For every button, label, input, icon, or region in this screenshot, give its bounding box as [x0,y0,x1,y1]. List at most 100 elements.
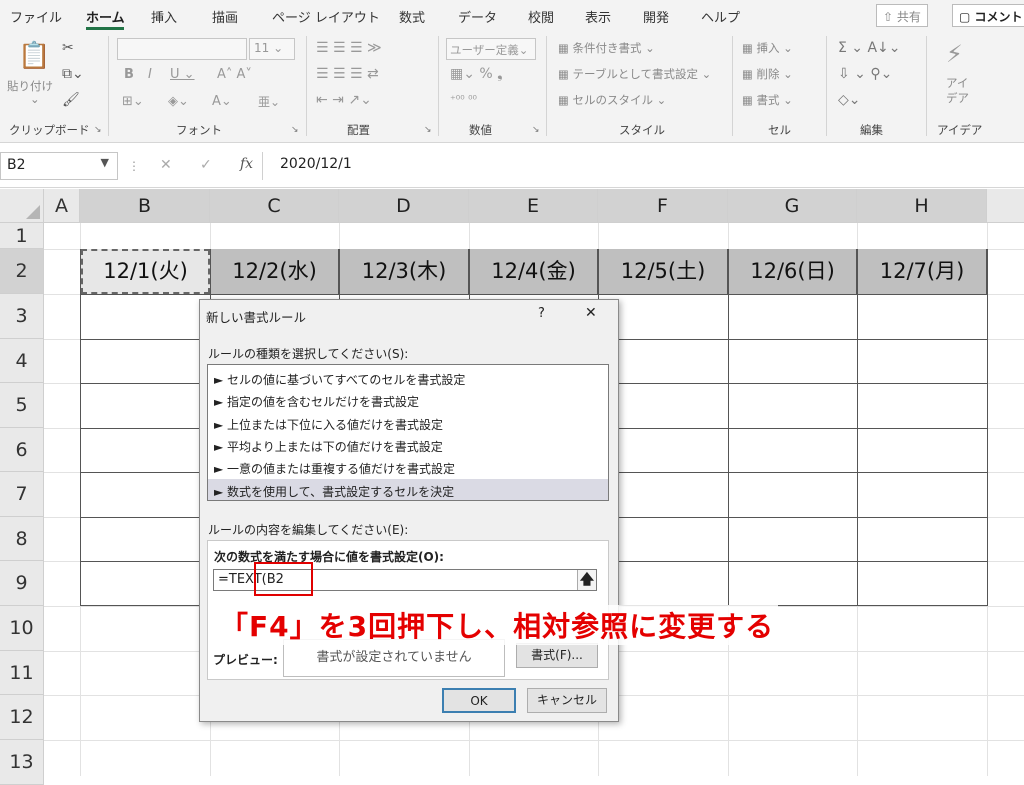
ok-button[interactable]: OK [442,688,516,713]
formula-condition-label: 次の数式を満たす場合に値を書式設定(O): [214,550,444,564]
row-header-10[interactable]: 10 [0,606,44,651]
rule-item[interactable]: ► 指定の値を含むセルだけを書式設定 [214,393,419,410]
tab-formulas[interactable]: 数式 [399,7,425,26]
cancel-button[interactable]: キャンセル [527,688,607,713]
conditional-format-button[interactable]: ▦ 条件付き書式 ⌄ [558,40,655,56]
grow-font-icon[interactable]: A˄ A˅ [217,67,252,83]
row-header-12[interactable]: 12 [0,695,44,740]
tab-insert[interactable]: 挿入 [151,7,177,26]
fill-color-icon[interactable]: ◈⌄ [168,94,189,110]
format-painter-icon[interactable]: 🖌 [62,92,80,108]
cell-b2[interactable]: 12/1(火) [81,249,210,294]
rule-item-selected[interactable]: ► 数式を使用して、書式設定するセルを決定 [214,483,454,500]
bold-icon[interactable]: B [124,67,134,83]
tab-help[interactable]: ヘルプ [701,7,740,26]
alignment-launcher-icon[interactable]: ↘ [424,125,432,135]
cell-f2[interactable]: 12/5(土) [599,249,728,294]
font-name-combo[interactable] [117,38,247,60]
group-font-label: フォント [176,123,222,137]
tab-page-layout[interactable]: ページ レイアウト [272,7,380,26]
number-launcher-icon[interactable]: ↘ [532,125,540,135]
cell-g2[interactable]: 12/6(日) [729,249,857,294]
row-header-7[interactable]: 7 [0,472,44,517]
insert-cells-button[interactable]: ▦ 挿入 ⌄ [742,40,793,56]
paste-dropdown-icon[interactable]: ⌄ [30,92,40,106]
row-header-11[interactable]: 11 [0,651,44,695]
tab-view[interactable]: 表示 [585,7,611,26]
column-header-h[interactable]: H [857,189,987,223]
phonetic-icon[interactable]: 亜⌄ [258,94,280,110]
align-top-icon[interactable]: ☰ ☰ ☰ ≫ [316,40,382,56]
name-box-dropdown-icon[interactable]: ▼ [101,156,109,169]
column-header-d[interactable]: D [339,189,469,223]
tab-file[interactable]: ファイル [10,7,62,26]
rule-item[interactable]: ► セルの値に基づいてすべてのセルを書式設定 [214,371,465,388]
tab-review[interactable]: 校閲 [528,7,554,26]
collapse-dialog-icon[interactable]: 🡅 [577,570,596,590]
share-button[interactable]: ⇧ 共有 [876,4,928,27]
rule-item[interactable]: ► 平均より上または下の値だけを書式設定 [214,438,443,455]
column-header-e[interactable]: E [469,189,598,223]
formula-input[interactable]: 2020/12/1 [270,152,1024,180]
column-header-b[interactable]: B [80,189,210,223]
row-header-5[interactable]: 5 [0,383,44,428]
tab-developer[interactable]: 開発 [643,7,669,26]
cut-icon[interactable]: ✂ [62,40,74,56]
cell-d2[interactable]: 12/3(木) [340,249,469,294]
name-box[interactable]: B2 ▼ [0,152,118,180]
fill-icon[interactable]: ⇩ ⌄ ⚲⌄ [838,66,892,82]
column-header-g[interactable]: G [728,189,857,223]
rule-item[interactable]: ► 一意の値または重複する値だけを書式設定 [214,460,455,477]
delete-cells-button[interactable]: ▦ 削除 ⌄ [742,66,793,82]
ideas-label[interactable]: アイ デア [946,76,969,106]
group-ideas-label: アイデア [937,123,983,137]
table-format-button[interactable]: ▦ テーブルとして書式設定 ⌄ [558,66,711,82]
row-header-2[interactable]: 2 [0,249,44,294]
decimal-icon[interactable]: ⁺⁰⁰ ⁰⁰ [450,92,477,108]
autosum-icon[interactable]: Σ ⌄ A↓⌄ [838,40,901,56]
rule-item[interactable]: ► 上位または下位に入る値だけを書式設定 [214,416,443,433]
tab-draw[interactable]: 描画 [212,7,238,26]
cell-e2[interactable]: 12/4(金) [470,249,598,294]
column-header-a[interactable]: A [44,189,80,223]
clipboard-launcher-icon[interactable]: ↘ [94,125,102,135]
tab-data[interactable]: データ [458,7,497,26]
more-icon: ⋮ [128,159,140,173]
paste-icon[interactable]: 📋 [18,42,50,70]
column-header-f[interactable]: F [598,189,728,223]
border-icon[interactable]: ⊞⌄ [122,94,144,110]
column-header-c[interactable]: C [210,189,339,223]
ideas-icon[interactable]: ⚡ [946,40,963,68]
copy-icon[interactable]: ⧉⌄ [62,66,84,82]
row-header-9[interactable]: 9 [0,561,44,606]
format-cells-button[interactable]: ▦ 書式 ⌄ [742,92,793,108]
cancel-entry-icon[interactable]: ✕ [160,157,172,173]
select-all-corner[interactable] [0,189,44,223]
indent-icon[interactable]: ⇤ ⇥ ↗⌄ [316,92,372,108]
row-header-6[interactable]: 6 [0,428,44,472]
cell-h2[interactable]: 12/7(月) [858,249,987,294]
font-launcher-icon[interactable]: ↘ [291,125,299,135]
help-icon[interactable]: ? [538,306,545,321]
cell-c2[interactable]: 12/2(水) [211,249,339,294]
format-button[interactable]: 書式(F)... [516,643,598,668]
font-color-icon[interactable]: A⌄ [212,94,232,110]
font-size-combo[interactable]: 11 ⌄ [249,38,295,60]
row-header-8[interactable]: 8 [0,517,44,561]
close-icon[interactable]: ✕ [585,305,597,321]
italic-icon[interactable]: I [148,67,152,83]
clear-icon[interactable]: ◇⌄ [838,92,861,108]
cell-style-button[interactable]: ▦ セルのスタイル ⌄ [558,92,666,108]
tab-home[interactable]: ホーム [86,7,125,26]
comment-button[interactable]: ▢ コメント [952,4,1024,27]
underline-icon[interactable]: U ⌄ [170,67,195,83]
row-header-13[interactable]: 13 [0,740,44,785]
confirm-entry-icon[interactable]: ✓ [200,157,212,173]
align-left-icon[interactable]: ☰ ☰ ☰ ⇄ [316,66,379,82]
row-header-4[interactable]: 4 [0,339,44,383]
accounting-icon[interactable]: ▦⌄ % ❟ [450,66,503,82]
insert-function-icon[interactable]: fx [240,156,253,172]
row-header-3[interactable]: 3 [0,294,44,339]
number-format-combo[interactable]: ユーザー定義⌄ [446,38,536,60]
row-header-1[interactable]: 1 [0,223,44,249]
